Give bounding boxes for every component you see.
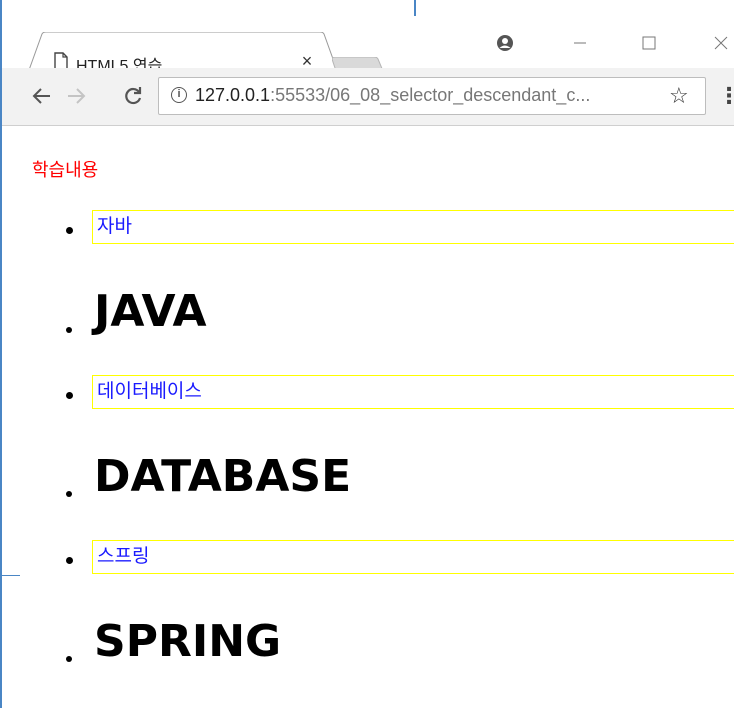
forward-arrow-icon[interactable] [62,82,90,110]
list-item-title: JAVA [94,286,207,337]
url-path: :55533/06_08_selector_descendant_c... [270,85,591,105]
list-bullet [66,557,73,564]
bookmark-star-icon[interactable]: ☆ [669,83,689,109]
list-item-title: DATABASE [94,451,352,502]
list-bullet [66,227,73,234]
list-bullet [66,491,72,497]
maximize-icon[interactable] [634,28,664,58]
list-item-label: 자바 [92,210,734,244]
title-bar: HTML5 연습 × [2,16,734,86]
browser-toolbar: i 127.0.0.1:55533/06_08_selector_descend… [2,68,734,126]
list-bullet [66,327,72,333]
list-item-title: SPRING [94,616,282,667]
list-bullet [66,392,73,399]
page-content: 학습내용 자바 JAVA 데이터베이스 DATABASE 스프링 SPRING [2,126,734,708]
background-window-edge [414,0,416,16]
url-text[interactable]: 127.0.0.1:55533/06_08_selector_descendan… [195,85,590,106]
url-host: 127.0.0.1 [195,85,271,105]
back-arrow-icon[interactable] [28,82,56,110]
profile-icon[interactable] [490,28,520,58]
list-item-label: 데이터베이스 [92,375,734,409]
list-item-label: 스프링 [92,540,734,574]
page-heading: 학습내용 [32,160,99,180]
menu-icon[interactable]: ⋮ [718,82,734,110]
close-icon[interactable] [706,28,734,58]
list-bullet [66,656,72,662]
reload-icon[interactable] [119,82,147,110]
address-bar[interactable]: i 127.0.0.1:55533/06_08_selector_descend… [158,77,706,115]
info-icon[interactable]: i [171,87,187,103]
minimize-icon[interactable] [565,28,595,58]
